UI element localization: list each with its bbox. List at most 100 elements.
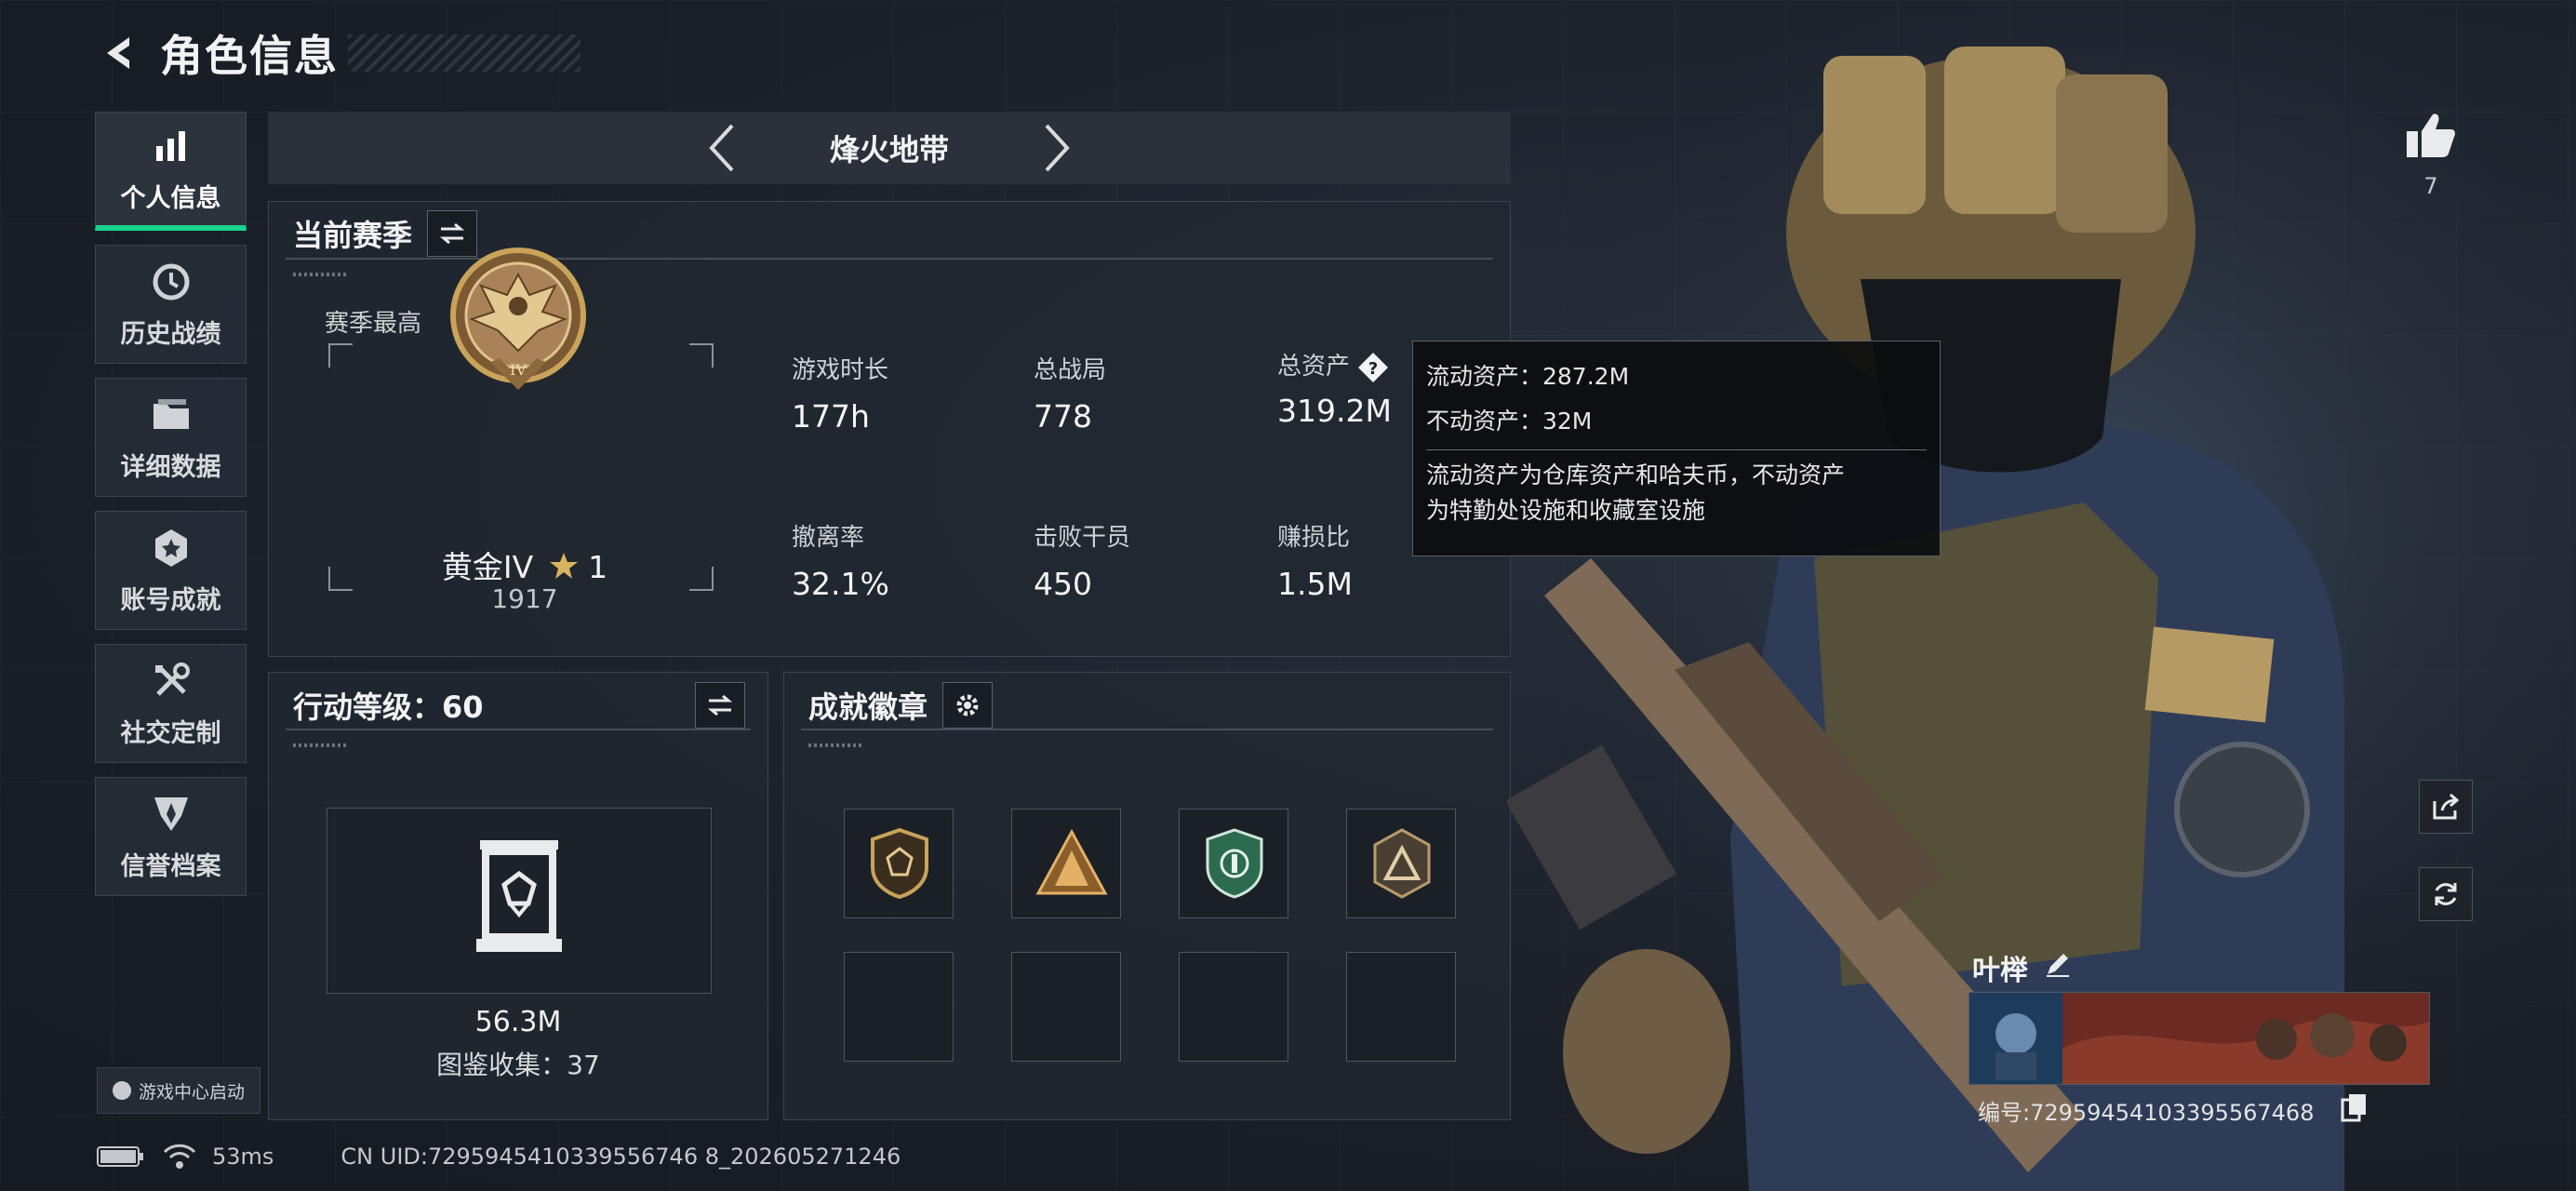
copy-icon[interactable] (2341, 1092, 2369, 1122)
tooltip-divider (1426, 449, 1927, 450)
gear-icon (956, 694, 979, 716)
stat-label: 总资产 (1277, 353, 1351, 381)
level-title: 行动等级：60 (293, 689, 484, 725)
refresh-button[interactable] (2419, 867, 2473, 921)
sidebar-item-label: 社交定制 (120, 718, 221, 748)
help-icon[interactable]: ? (1357, 352, 1389, 383)
swap-icon (707, 694, 733, 716)
svg-text:?: ? (1368, 359, 1378, 379)
status-bar: 53ms CN UID:7295945410339556746 8_202605… (97, 1141, 901, 1172)
badge-slot-empty[interactable] (844, 952, 954, 1062)
player-id: 编号:7295945410339556746​8 (1978, 1100, 2315, 1126)
stat-total-matches: 总战局 778 (1034, 351, 1106, 435)
gold-rank-emblem-icon: IV (450, 248, 586, 390)
name-card-banner[interactable] (1969, 992, 2430, 1085)
green-shield-badge-icon (1206, 828, 1263, 899)
badge-slot-empty[interactable] (1011, 952, 1121, 1062)
sidebar-item-label: 信誉档案 (120, 851, 221, 881)
battery-icon (97, 1146, 143, 1167)
collection-card[interactable] (327, 808, 712, 994)
tools-icon (149, 659, 194, 703)
stat-profit-loss: 赚损比 1.5M (1277, 518, 1353, 602)
stat-total-assets: 总资产? 319.2M (1277, 347, 1392, 429)
badges-title: 成就徽章 (808, 689, 928, 725)
history-clock-icon (149, 260, 194, 304)
stat-value: 778 (1034, 398, 1092, 435)
page-title: 角色信息 (160, 31, 339, 81)
stat-label: 撤离率 (792, 524, 865, 552)
refresh-icon (2435, 883, 2457, 905)
stat-label: 总战局 (1034, 356, 1107, 384)
assets-tooltip: 流动资产：287.2M 不动资产：32M 流动资产为仓库资产和哈夫币，不动资产 … (1412, 341, 1941, 556)
stat-value: 32.1% (792, 566, 889, 602)
bar-chart-icon (149, 124, 194, 168)
back-arrow-icon (107, 37, 129, 69)
sidebar-item-history[interactable]: 历史战绩 (95, 245, 247, 364)
tooltip-liquid-assets: 流动资产：287.2M (1426, 363, 1630, 390)
launch-chip-label: 游戏中心启动 (138, 1081, 245, 1103)
badge-slot[interactable] (1011, 809, 1121, 918)
stat-operators-defeated: 击败干员 450 (1034, 518, 1130, 602)
sidebar-item-label: 账号成就 (120, 585, 221, 615)
stat-playtime: 游戏时长 177h (792, 351, 888, 435)
achievement-medal-icon (149, 526, 194, 570)
name-card-art (1969, 993, 2429, 1084)
edit-pencil-icon[interactable] (2043, 949, 2073, 979)
decor-dots (808, 743, 864, 747)
mode-prev-button[interactable] (694, 120, 750, 176)
badges-settings-button[interactable] (942, 682, 994, 729)
display-case-icon (476, 840, 562, 952)
title-stripe (348, 34, 581, 72)
rank-score: 1917 (491, 583, 558, 614)
level-divider (286, 729, 751, 730)
sidebar-item-detail-data[interactable]: 详细数据 (95, 378, 247, 497)
credit-shield-icon (149, 792, 194, 836)
rank-name: 黄金IV (441, 549, 534, 585)
sidebar-item-achievements[interactable]: 账号成就 (95, 511, 247, 630)
achievement-badges-panel: 成就徽章 (783, 672, 1511, 1120)
share-icon (2433, 793, 2460, 820)
stat-value: 1.5M (1277, 566, 1353, 602)
pyramid-badge-icon (1035, 828, 1108, 895)
badges-divider (801, 729, 1493, 730)
cn-uid: CN UID:7295945410339556746 8_20260527124… (340, 1144, 901, 1170)
badge-slot[interactable] (1346, 809, 1456, 918)
triangle-badge-icon (1373, 828, 1431, 899)
qq-icon (112, 1081, 131, 1100)
tooltip-fixed-assets: 不动资产：32M (1426, 408, 1593, 435)
shield-badge-icon (871, 827, 928, 900)
level-panel-header: 行动等级：60 (269, 673, 767, 729)
sidebar-item-personal-info[interactable]: 个人信息 (95, 112, 247, 231)
badge-slot[interactable] (1179, 809, 1288, 918)
badge-slot-empty[interactable] (1179, 952, 1288, 1062)
collection-value: 56.3M (474, 1006, 562, 1038)
badge-slot-empty[interactable] (1346, 952, 1456, 1062)
game-center-launch-chip[interactable]: 游戏中心启动 (97, 1067, 260, 1114)
action-level-panel: 行动等级：60 56.3M 图鉴收集：37 (268, 672, 768, 1120)
level-switch-button[interactable] (695, 682, 745, 729)
share-button[interactable] (2419, 780, 2473, 834)
season-panel: 当前赛季 赛季最高 IV 黄金IV 1 1917 游戏时长 177h 总战局 7… (268, 201, 1511, 657)
sidebar-item-label: 历史战绩 (120, 319, 221, 349)
badges-panel-header: 成就徽章 (784, 673, 1510, 729)
rank-display: IV 黄金IV 1 1917 (269, 202, 781, 653)
badge-slot[interactable] (844, 809, 954, 918)
like-button[interactable] (2400, 104, 2462, 166)
stat-value: 450 (1034, 566, 1092, 602)
sidebar-item-label: 详细数据 (120, 452, 221, 482)
mode-next-button[interactable] (1029, 120, 1085, 176)
stat-label: 游戏时长 (792, 356, 889, 384)
stat-value: 319.2M (1277, 392, 1392, 429)
rank-star-count: 1 (588, 549, 608, 585)
decor-dots (293, 743, 349, 747)
sidebar-item-label: 个人信息 (120, 184, 221, 213)
stat-label: 击败干员 (1034, 524, 1131, 552)
back-button[interactable] (93, 25, 149, 81)
chevron-left-icon (709, 124, 734, 172)
collection-count: 图鉴收集：37 (436, 1050, 600, 1080)
rank-name-line: 黄金IV 1 (269, 542, 781, 587)
stat-value: 177h (792, 398, 870, 435)
sidebar-item-credit[interactable]: 信誉档案 (95, 777, 247, 896)
stat-label: 赚损比 (1277, 524, 1351, 552)
sidebar-item-social[interactable]: 社交定制 (95, 644, 247, 763)
